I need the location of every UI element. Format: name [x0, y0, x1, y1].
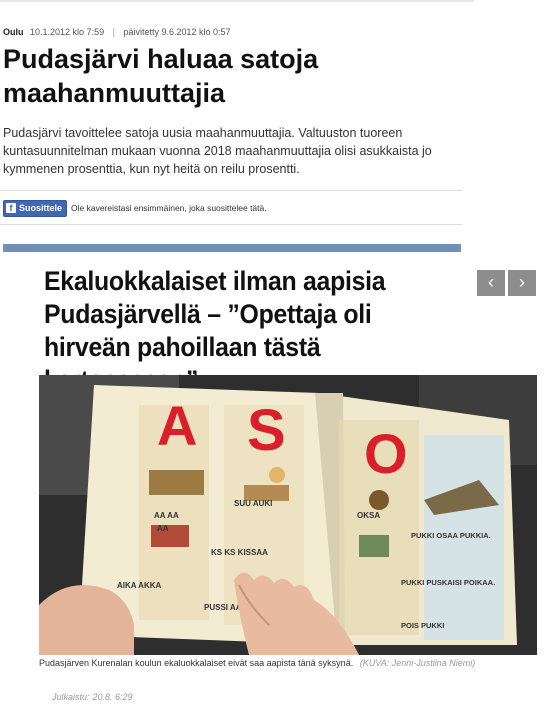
section-accent-bar: [3, 244, 461, 252]
chevron-left-icon: ‹: [488, 272, 494, 292]
facebook-recommend-text: Ole kavereistasi ensimmäinen, joka suosi…: [71, 203, 267, 213]
svg-text:AA: AA: [157, 524, 169, 533]
primer-book-illustration: A S O AA AA AA AIKA AKKA SUU AUKI KS KS …: [39, 375, 537, 655]
svg-text:AIKA AKKA: AIKA AKKA: [117, 581, 162, 590]
chevron-right-icon: ›: [519, 272, 525, 292]
photo-credit: (KUVA: Jenni-Justiina Niemi): [359, 658, 476, 668]
prev-arrow-button[interactable]: ‹: [477, 270, 505, 296]
top-divider: [0, 0, 474, 10]
published-value: 20.8. 6:29: [92, 692, 133, 702]
published-label: Julkaistu:: [52, 692, 90, 702]
photo-caption: Pudasjärven Kurenalan koulun ekaluokkala…: [39, 658, 475, 668]
letter-a: A: [157, 394, 197, 457]
article-updated: päivitetty 9.6.2012 klo 0:57: [123, 27, 231, 37]
svg-text:KS KS KISSAA: KS KS KISSAA: [211, 548, 268, 557]
feature-photo[interactable]: A S O AA AA AA AIKA AKKA SUU AUKI KS KS …: [39, 375, 537, 655]
facebook-icon: f: [6, 203, 16, 213]
published-time: Julkaistu: 20.8. 6:29: [52, 692, 133, 702]
divider-bottom: [0, 224, 462, 225]
svg-text:SUU AUKI: SUU AUKI: [234, 499, 272, 508]
article-title: Pudasjärvi haluaa satoja maahanmuuttajia: [3, 44, 319, 108]
svg-text:PUKKI PUSKAISI POIKAA.: PUKKI PUSKAISI POIKAA.: [401, 578, 495, 587]
svg-text:PUSSI AA: PUSSI AA: [204, 603, 242, 612]
divider-top: [0, 190, 462, 191]
facebook-recommend-button[interactable]: f Suosittele: [3, 199, 68, 217]
article-date: 10.1.2012 klo 7:59: [30, 27, 105, 37]
svg-text:POIS PUKKI: POIS PUKKI: [401, 621, 444, 630]
facebook-recommend-bar: f Suosittele Ole kavereistasi ensimmäine…: [3, 199, 267, 217]
caption-text: Pudasjärven Kurenalan koulun ekaluokkala…: [39, 658, 354, 668]
article-lead: Pudasjärvi tavoittelee satoja uusia maah…: [3, 126, 432, 176]
article-location[interactable]: Oulu: [3, 27, 24, 37]
article-meta: Oulu 10.1.2012 klo 7:59 | päivitetty 9.6…: [3, 27, 231, 37]
letter-s: S: [247, 398, 286, 463]
letter-o: O: [364, 422, 408, 485]
meta-separator: |: [112, 27, 115, 37]
svg-text:OKSA: OKSA: [357, 511, 380, 520]
svg-text:AA AA: AA AA: [154, 511, 179, 520]
facebook-button-label: Suosittele: [19, 203, 63, 213]
svg-text:PUKKI OSAA PUKKIA.: PUKKI OSAA PUKKIA.: [411, 531, 491, 540]
next-arrow-button[interactable]: ›: [508, 270, 536, 296]
